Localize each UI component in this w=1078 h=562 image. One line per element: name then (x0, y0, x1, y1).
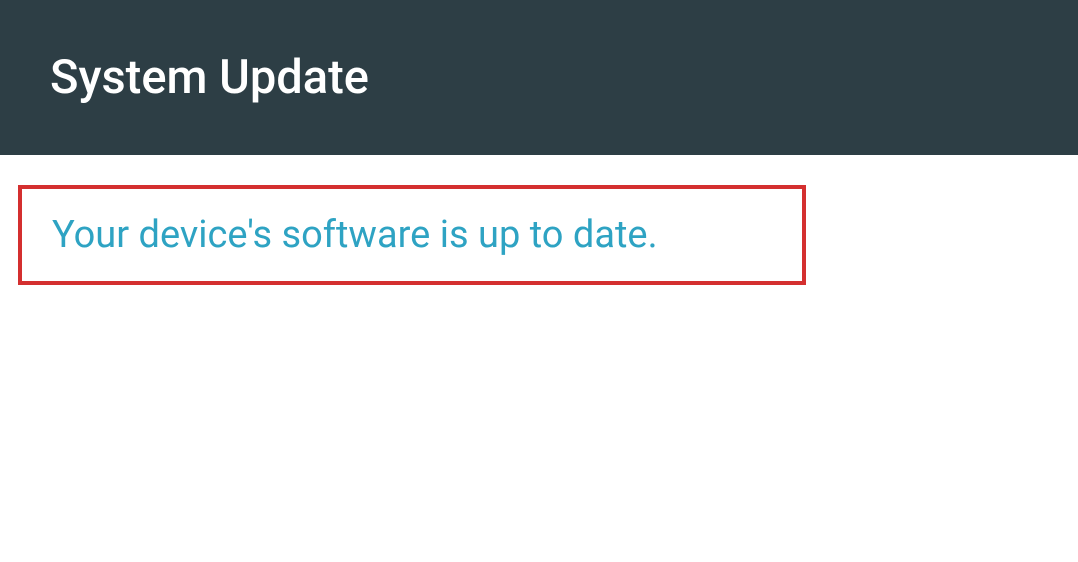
app-header: System Update (0, 0, 1078, 155)
update-status-message: Your device's software is up to date. (52, 213, 658, 257)
content-area: Your device's software is up to date. (0, 155, 1078, 285)
status-highlight-box: Your device's software is up to date. (18, 185, 806, 285)
page-title: System Update (50, 50, 369, 105)
